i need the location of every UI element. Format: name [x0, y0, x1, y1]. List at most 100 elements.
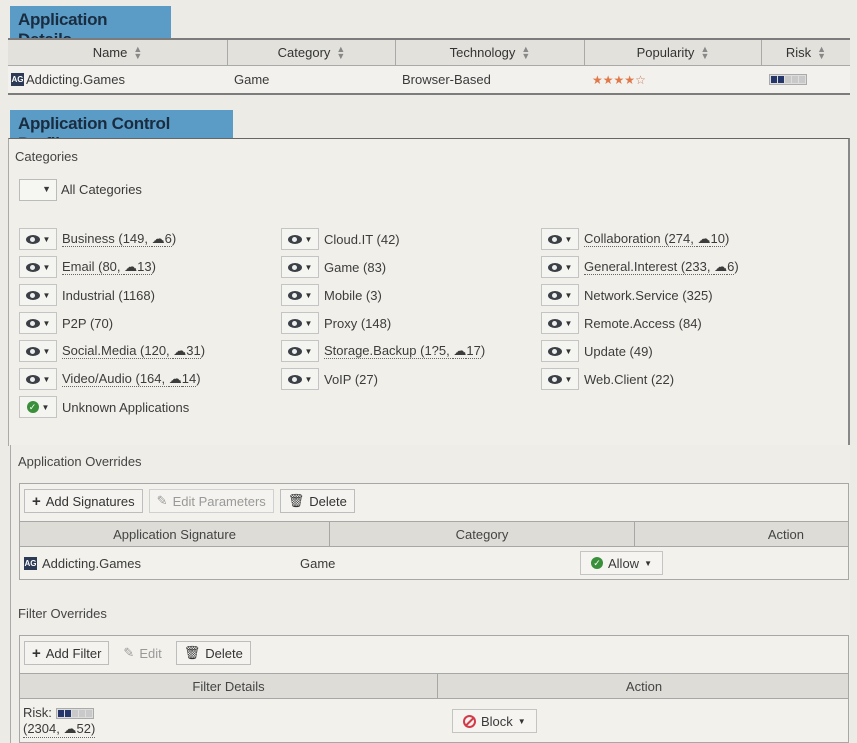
category-action-dropdown[interactable]: ▼ [541, 228, 579, 250]
popularity-stars-icon: ★★★★☆ [588, 73, 646, 87]
category-action-dropdown[interactable]: ▼ [281, 256, 319, 278]
cloud-icon: ☁ [124, 259, 138, 275]
application-details-table: Name ▲ ▼ Category ▲ ▼ Technology ▲ ▼ Popularit… [8, 38, 850, 95]
category-action-dropdown[interactable]: ▼ [541, 340, 579, 362]
risk-level-meter [55, 707, 94, 719]
column-header-filter-details[interactable]: Filter Details [20, 674, 438, 698]
chevron-down-icon: ▼ [644, 558, 652, 568]
chevron-down-icon: ▼ [304, 262, 313, 272]
risk-level-meter [769, 74, 807, 85]
eye-icon [25, 318, 40, 328]
category-action-dropdown[interactable]: ▼ [19, 312, 57, 334]
all-categories-action-dropdown[interactable]: ▼ [19, 179, 57, 201]
button-label: Delete [205, 645, 243, 661]
delete-filter-button[interactable]: 🗑 Delete [175, 641, 251, 665]
application-overrides-label: Application Overrides [18, 454, 142, 469]
category-action-dropdown[interactable]: ▼ [19, 340, 57, 362]
star-icon: ☆ [635, 72, 646, 87]
category-action-dropdown[interactable]: ▼ [281, 284, 319, 306]
category-action-dropdown[interactable]: ▼ [541, 368, 579, 390]
column-header-action[interactable]: Action [635, 522, 848, 546]
category-item: ▼ Web.Client (22) [541, 368, 674, 390]
category-action-dropdown[interactable]: ▼ [281, 312, 319, 334]
chevron-down-icon: ▼ [42, 318, 51, 328]
risk-segment [771, 76, 777, 83]
block-icon [463, 714, 476, 728]
category-item: ▼ Cloud.IT (42) [281, 228, 400, 250]
category-name: Game (83) [324, 259, 387, 275]
column-header-popularity[interactable]: Popularity ▲ ▼ [585, 40, 762, 65]
column-header-technology[interactable]: Technology ▲ ▼ [396, 40, 585, 65]
risk-segment [778, 76, 784, 83]
category-name: Cloud.IT (42) [324, 231, 400, 247]
category-action-dropdown[interactable]: ▼ [19, 256, 57, 278]
chevron-down-icon: ▼ [42, 374, 51, 384]
category-action-dropdown[interactable]: ▼ [19, 368, 57, 390]
signature-cell: AG Addicting.Games [20, 556, 300, 571]
column-header-risk[interactable]: Risk ▲ ▼ [762, 40, 850, 65]
filter-count: (2304, [23, 720, 64, 736]
add-filter-button[interactable]: + Add Filter [24, 641, 110, 665]
category-action-dropdown[interactable]: ✓ ▼ [19, 396, 57, 418]
eye-icon [25, 346, 40, 356]
category-action-dropdown[interactable]: ▼ [281, 340, 319, 362]
category-action-dropdown[interactable]: ▼ [281, 368, 319, 390]
category-label: Business (149, ☁6) [62, 231, 176, 247]
cloud-count: 52 [76, 720, 91, 736]
filter-overrides-label: Filter Overrides [18, 606, 107, 621]
trash-icon: 🗑 [287, 493, 305, 508]
table-row[interactable]: AG Addicting.Games Game ✓ Allow ▼ [20, 548, 848, 578]
button-label: Add Filter [45, 645, 102, 661]
category-action-dropdown[interactable]: ▼ [281, 228, 319, 250]
trash-icon: 🗑 [183, 645, 201, 660]
category-name: Remote.Access (84) [584, 315, 702, 331]
column-header-name[interactable]: Name ▲ ▼ [8, 40, 228, 65]
category-item: ▼ Game (83) [281, 256, 386, 278]
category-action-dropdown[interactable]: ▼ [541, 312, 579, 334]
chevron-down-icon: ▼ [42, 346, 51, 356]
edit-parameters-button[interactable]: ✎ Edit Parameters [148, 489, 274, 513]
chevron-down-icon: ▼ [564, 234, 573, 244]
filter-overrides-toolbar: + Add Filter ✎ Edit 🗑 Delete [24, 641, 251, 665]
category-item: ▼ Update (49) [541, 340, 653, 362]
allow-action-dropdown[interactable]: ✓ Allow ▼ [580, 551, 663, 575]
category-action-dropdown[interactable]: ▼ [19, 284, 57, 306]
category-action-dropdown[interactable]: ▼ [541, 284, 579, 306]
add-signatures-button[interactable]: + Add Signatures [24, 489, 143, 513]
table-row[interactable]: Risk: (2304, ☁52) Block ▼ [20, 700, 848, 742]
filter-action-cell: Block ▼ [438, 709, 850, 733]
filter-overrides-table: + Add Filter ✎ Edit 🗑 Delete Filter Details… [19, 635, 849, 743]
column-header-category[interactable]: Category [330, 522, 635, 546]
chevron-down-icon: ▼ [42, 234, 51, 244]
paren: ) [734, 259, 739, 274]
paren: ) [200, 343, 206, 358]
eye-icon [287, 290, 302, 300]
risk-segment [57, 709, 64, 717]
eye-icon [547, 262, 562, 272]
column-header-action[interactable]: Action [438, 674, 850, 698]
table-row[interactable]: AG Addicting.Games Game Browser-Based ★★★… [8, 66, 850, 93]
cloud-count: 14 [181, 371, 197, 387]
sort-icon: ▲ ▼ [521, 43, 531, 61]
category-action-dropdown[interactable]: ▼ [19, 228, 57, 250]
block-action-dropdown[interactable]: Block ▼ [452, 709, 537, 733]
eye-icon [547, 318, 562, 328]
category-label: Mobile (3) [324, 288, 382, 303]
category-label: P2P (70) [62, 316, 113, 331]
category-item: ▼ Storage.Backup (1?5, ☁17) [281, 340, 485, 362]
category-action-dropdown[interactable]: ▼ [541, 256, 579, 278]
category-item: ▼ Email (80, ☁13) [19, 256, 156, 278]
cloud-count: 31 [186, 343, 201, 359]
signature-name: Addicting.Games [42, 555, 141, 571]
chevron-down-icon: ▼ [42, 184, 51, 194]
edit-filter-button[interactable]: ✎ Edit [115, 641, 169, 665]
column-header-application-signature[interactable]: Application Signature [20, 522, 330, 546]
delete-signature-button[interactable]: 🗑 Delete [279, 489, 355, 513]
chevron-down-icon: ▼ [42, 262, 51, 272]
column-header-category[interactable]: Category ▲ ▼ [228, 40, 396, 65]
chevron-down-icon: ▼ [304, 234, 313, 244]
sort-icon: ▲ ▼ [336, 43, 346, 61]
cloud-icon: ☁ [714, 259, 728, 275]
categories-label: Categories [15, 149, 78, 164]
filter-overrides-header: Filter Details Action [20, 673, 848, 699]
